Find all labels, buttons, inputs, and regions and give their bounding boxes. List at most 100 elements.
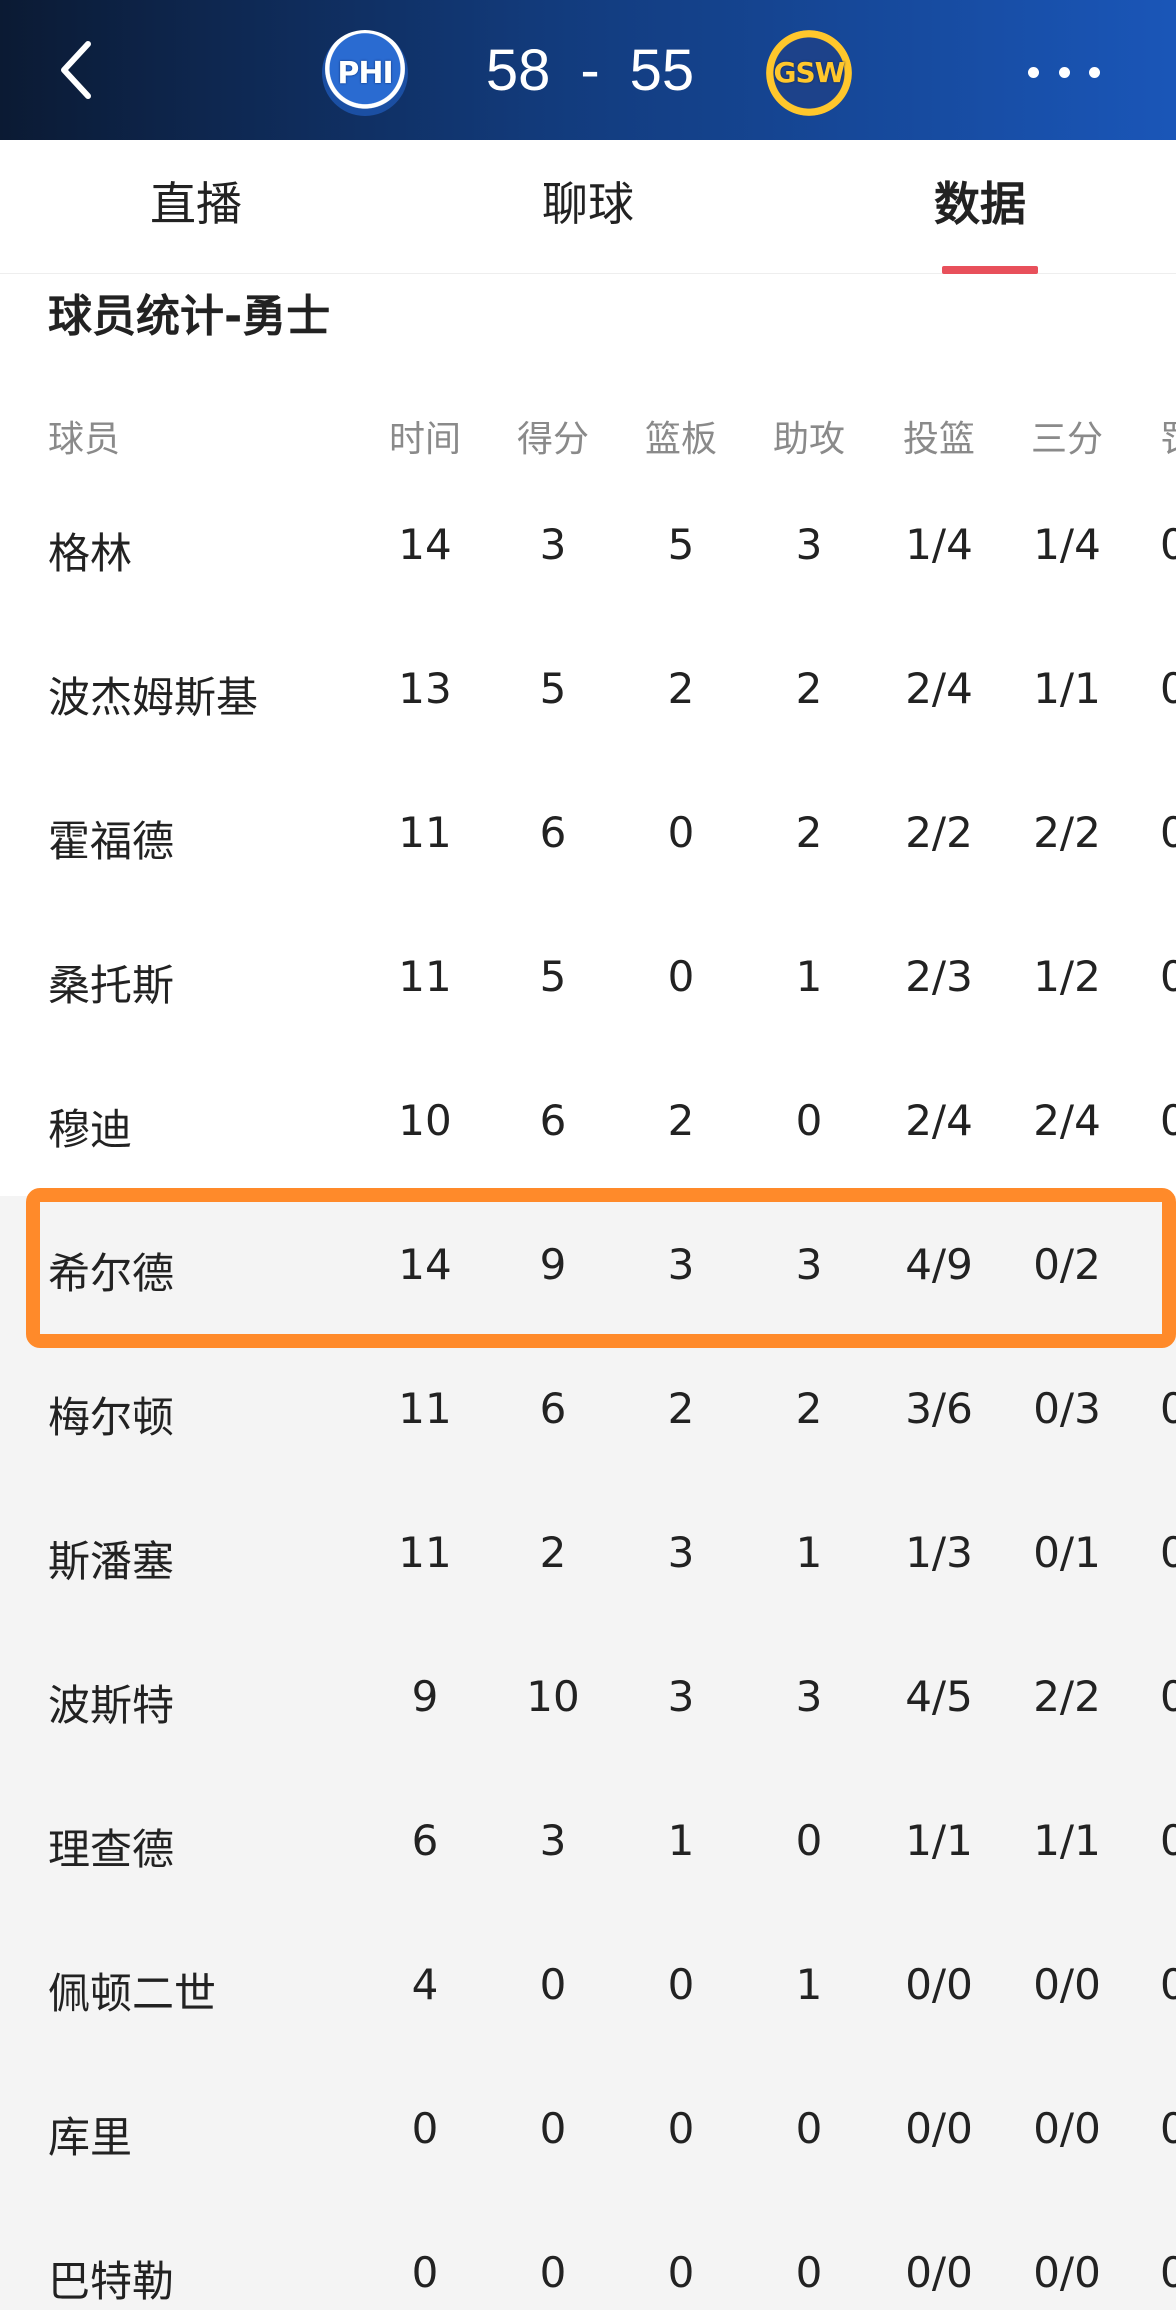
- stat-assists: 0: [795, 2104, 823, 2153]
- more-dot: [1058, 66, 1070, 78]
- header-time[interactable]: 时间: [370, 410, 480, 462]
- stat-rebounds: 3: [667, 1240, 695, 1289]
- stat-assists: 3: [795, 520, 823, 569]
- table-row[interactable]: 波斯特 9 10 3 3 4/5 2/2 0: [0, 1628, 1176, 1772]
- player-name[interactable]: 斯潘塞: [48, 1528, 174, 1589]
- stat-time: 11: [398, 808, 452, 857]
- stat-free-throws: 0: [1160, 1816, 1176, 1865]
- table-row[interactable]: 霍福德 11 6 0 2 2/2 2/2 0: [0, 764, 1176, 908]
- player-name[interactable]: 梅尔顿: [48, 1384, 174, 1445]
- player-name[interactable]: 穆迪: [48, 1096, 132, 1157]
- stat-field-goals: 2/3: [905, 952, 973, 1001]
- player-name[interactable]: 桑托斯: [48, 952, 174, 1013]
- stat-time: 0: [411, 2248, 439, 2297]
- stat-three-pointers: 0/3: [1033, 1384, 1101, 1433]
- stat-points: 6: [539, 808, 567, 857]
- table-row[interactable]: 斯潘塞 11 2 3 1 1/3 0/1 0: [0, 1484, 1176, 1628]
- stat-assists: 2: [795, 664, 823, 713]
- stat-time: 10: [398, 1096, 452, 1145]
- stat-assists: 0: [795, 2248, 823, 2297]
- stat-time: 11: [398, 1384, 452, 1433]
- table-row[interactable]: 格林 14 3 5 3 1/4 1/4 0: [0, 476, 1176, 620]
- header-field-goals[interactable]: 投篮: [884, 410, 994, 462]
- stat-free-throws: 0: [1160, 664, 1176, 713]
- stat-three-pointers: 0/0: [1033, 2248, 1101, 2297]
- stat-field-goals: 1/1: [905, 1816, 973, 1865]
- stat-free-throws: 0: [1160, 2248, 1176, 2297]
- back-button[interactable]: [48, 38, 108, 102]
- stat-assists: 2: [795, 1384, 823, 1433]
- header-rebounds[interactable]: 篮板: [626, 410, 736, 462]
- chevron-left-icon: [61, 41, 91, 99]
- player-name[interactable]: 希尔德: [48, 1240, 174, 1301]
- tab-stats[interactable]: 数据: [870, 140, 1090, 274]
- stat-rebounds: 0: [667, 952, 695, 1001]
- stat-free-throws: 0: [1160, 808, 1176, 857]
- stat-rebounds: 0: [667, 808, 695, 857]
- away-team-logo[interactable]: GSW: [766, 30, 852, 116]
- stat-three-pointers: 1/4: [1033, 520, 1101, 569]
- player-name[interactable]: 佩顿二世: [48, 1960, 216, 2021]
- player-name[interactable]: 波斯特: [48, 1672, 174, 1733]
- header-free-throws[interactable]: 罚: [1160, 410, 1176, 462]
- stat-time: 13: [398, 664, 452, 713]
- stat-three-pointers: 0/0: [1033, 1960, 1101, 2009]
- more-button[interactable]: [1028, 52, 1100, 92]
- table-row[interactable]: 佩顿二世 4 0 0 1 0/0 0/0 0: [0, 1916, 1176, 2060]
- player-name[interactable]: 霍福德: [48, 808, 174, 869]
- header-points[interactable]: 得分: [498, 410, 608, 462]
- stat-field-goals: 1/3: [905, 1528, 973, 1577]
- table-row[interactable]: 理查德 6 3 1 0 1/1 1/1 0: [0, 1772, 1176, 1916]
- stat-time: 11: [398, 1528, 452, 1577]
- stat-free-throws: 0: [1160, 1672, 1176, 1721]
- stat-assists: 3: [795, 1240, 823, 1289]
- stat-free-throws: 0: [1160, 1960, 1176, 2009]
- stat-field-goals: 4/5: [905, 1672, 973, 1721]
- player-name[interactable]: 库里: [48, 2104, 132, 2165]
- more-dots-icon: [1028, 66, 1039, 78]
- stat-free-throws: 0: [1160, 2104, 1176, 2153]
- stat-points: 6: [539, 1384, 567, 1433]
- stat-points: 10: [526, 1672, 580, 1721]
- away-score: 55: [629, 38, 695, 103]
- stat-points: 3: [539, 1816, 567, 1865]
- stat-points: 9: [539, 1240, 567, 1289]
- table-row[interactable]: 库里 0 0 0 0 0/0 0/0 0: [0, 2060, 1176, 2204]
- stat-field-goals: 1/4: [905, 520, 973, 569]
- player-name[interactable]: 巴特勒: [48, 2248, 174, 2309]
- stat-field-goals: 3/6: [905, 1384, 973, 1433]
- stat-points: 6: [539, 1096, 567, 1145]
- player-name[interactable]: 理查德: [48, 1816, 174, 1877]
- stat-free-throws: 0: [1160, 1384, 1176, 1433]
- player-name[interactable]: 波杰姆斯基: [48, 664, 258, 725]
- stat-rebounds: 0: [667, 2104, 695, 2153]
- stat-free-throws: 0: [1160, 520, 1176, 569]
- stat-rebounds: 0: [667, 2248, 695, 2297]
- stat-three-pointers: 0/2: [1033, 1240, 1101, 1289]
- table-row[interactable]: 希尔德 14 9 3 3 4/9 0/2 0: [0, 1196, 1176, 1340]
- player-name[interactable]: 格林: [48, 520, 132, 581]
- stat-field-goals: 2/2: [905, 808, 973, 857]
- home-team-logo[interactable]: PHI: [322, 30, 408, 116]
- table-row[interactable]: 梅尔顿 11 6 2 2 3/6 0/3 0: [0, 1340, 1176, 1484]
- stat-assists: 1: [795, 1960, 823, 2009]
- tab-chat[interactable]: 聊球: [478, 140, 698, 274]
- section-title: 球员统计-勇士: [48, 291, 331, 342]
- scoreboard: 58-55: [440, 36, 740, 106]
- score-separator: -: [580, 38, 600, 103]
- stat-three-pointers: 2/2: [1033, 808, 1101, 857]
- table-row[interactable]: 巴特勒 0 0 0 0 0/0 0/0 0: [0, 2204, 1176, 2310]
- table-row[interactable]: 波杰姆斯基 13 5 2 2 2/4 1/1 0: [0, 620, 1176, 764]
- stat-three-pointers: 0/0: [1033, 2104, 1101, 2153]
- table-row[interactable]: 穆迪 10 6 2 0 2/4 2/4 0: [0, 1052, 1176, 1196]
- header-assists[interactable]: 助攻: [754, 410, 864, 462]
- stat-rebounds: 0: [667, 1960, 695, 2009]
- header-three-pointers[interactable]: 三分: [1012, 410, 1122, 462]
- stat-time: 0: [411, 2104, 439, 2153]
- stat-rebounds: 2: [667, 664, 695, 713]
- tab-live[interactable]: 直播: [86, 140, 306, 274]
- stat-assists: 1: [795, 952, 823, 1001]
- table-row[interactable]: 桑托斯 11 5 0 1 2/3 1/2 0: [0, 908, 1176, 1052]
- stat-free-throws: 0: [1160, 1528, 1176, 1577]
- stat-three-pointers: 0/1: [1033, 1528, 1101, 1577]
